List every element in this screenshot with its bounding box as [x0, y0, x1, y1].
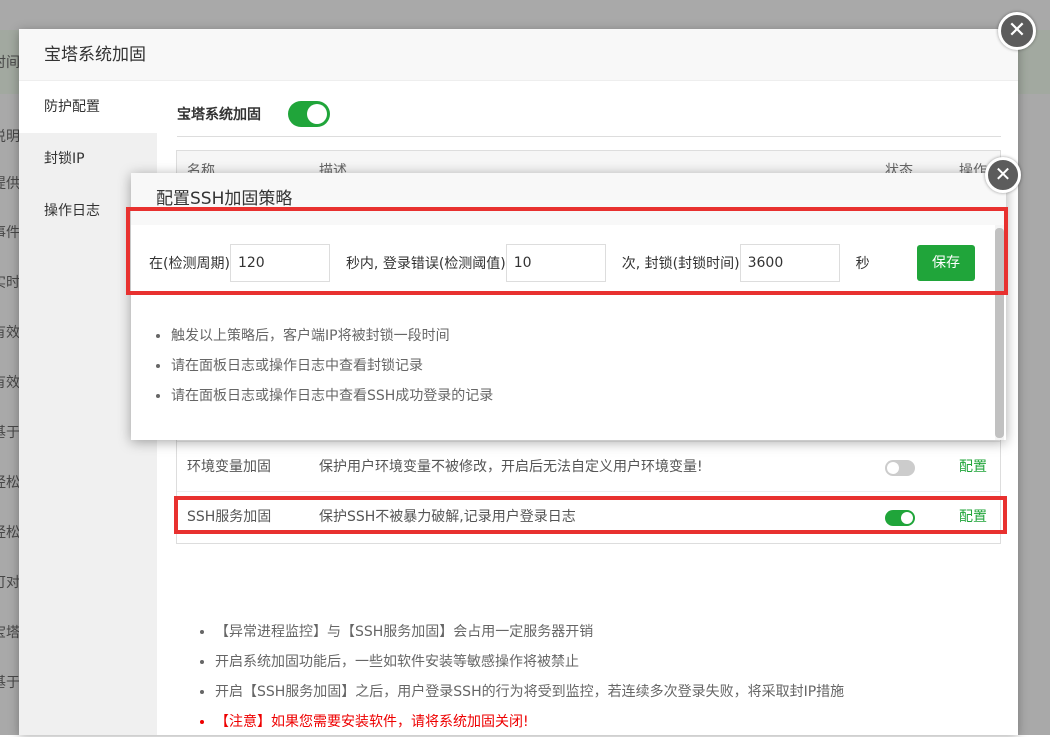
table-row: 环境变量加固 保护用户环境变量不被修改，开启后无法自定义用户环境变量! 配置	[177, 441, 1000, 491]
close-icon[interactable]: ✕	[985, 157, 1021, 193]
row-name: 环境变量加固	[187, 459, 271, 475]
hardening-notes: 【异常进程监控】与【SSH服务加固】会占用一定服务器开销 开启系统加固功能后，一…	[195, 617, 844, 737]
close-icon[interactable]: ✕	[998, 12, 1036, 50]
toggle-knob	[307, 104, 327, 124]
note-item: 请在面板日志或操作日志中查看SSH成功登录的记录	[171, 381, 493, 411]
divider	[177, 136, 1001, 137]
hardening-toggle[interactable]	[288, 101, 330, 127]
dialog-title: 宝塔系统加固	[19, 29, 1018, 81]
note-item: 【异常进程监控】与【SSH服务加固】会占用一定服务器开销	[215, 617, 844, 647]
hardening-switch-row: 宝塔系统加固	[177, 99, 330, 129]
note-item: 开启【SSH服务加固】之后，用户登录SSH的行为将受到监控，若连续多次登录失败，…	[215, 677, 844, 707]
env-var-config-link[interactable]: 配置	[959, 442, 987, 492]
sidebar-item-protection-config[interactable]: 防护配置	[19, 81, 157, 133]
env-var-toggle[interactable]	[885, 460, 915, 476]
policy-notes: 触发以上策略后，客户端IP将被封锁一段时间 请在面板日志或操作日志中查看封锁记录…	[151, 321, 493, 411]
highlight-box	[174, 496, 1007, 534]
row-desc: 保护用户环境变量不被修改，开启后无法自定义用户环境变量!	[319, 459, 703, 475]
warning-note: 【注意】如果您需要安装软件，请将系统加固关闭!	[215, 707, 844, 737]
toggle-knob	[887, 462, 899, 474]
note-item: 触发以上策略后，客户端IP将被封锁一段时间	[171, 321, 493, 351]
note-item: 请在面板日志或操作日志中查看封锁记录	[171, 351, 493, 381]
highlight-box	[126, 207, 1008, 295]
hardening-label: 宝塔系统加固	[177, 107, 261, 123]
note-item: 开启系统加固功能后，一些如软件安装等敏感操作将被禁止	[215, 647, 844, 677]
